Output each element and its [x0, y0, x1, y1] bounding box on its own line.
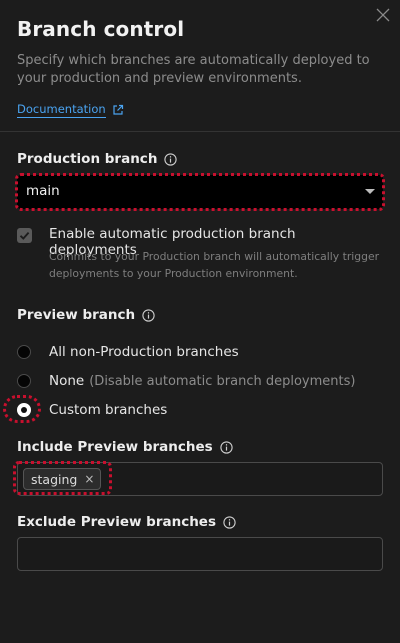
radio-button[interactable] — [17, 374, 31, 388]
production-branch-label: Production branch — [17, 151, 178, 167]
highlight-marker — [13, 461, 112, 495]
radio-label: None — [49, 373, 85, 389]
panel-description: Specify which branches are automatically… — [17, 53, 370, 86]
production-branch-label-text: Production branch — [17, 151, 158, 167]
highlight-marker — [3, 395, 41, 423]
radio-label: All non-Production branches — [49, 344, 239, 360]
exclude-preview-label: Exclude Preview branches — [17, 514, 236, 530]
radio-none[interactable]: None (Disable automatic branch deploymen… — [17, 371, 355, 391]
documentation-link[interactable]: Documentation — [17, 102, 124, 118]
caret-down-icon — [365, 189, 375, 194]
exclude-preview-input[interactable] — [17, 537, 383, 571]
header-divider — [0, 131, 400, 132]
radio-hint: (Disable automatic branch deployments) — [89, 373, 356, 389]
external-link-icon — [113, 104, 123, 115]
include-preview-label-text: Include Preview branches — [17, 439, 213, 455]
documentation-link-text: Documentation — [17, 102, 106, 118]
info-icon[interactable] — [164, 152, 178, 166]
close-button[interactable] — [376, 8, 390, 22]
info-icon[interactable] — [223, 515, 236, 529]
exclude-preview-label-text: Exclude Preview branches — [17, 514, 216, 530]
close-icon — [376, 8, 390, 22]
checkmark-icon — [19, 231, 30, 240]
preview-branch-label: Preview branch — [17, 307, 155, 323]
radio-button[interactable] — [17, 345, 31, 359]
panel-header: Branch control Specify which branches ar… — [0, 0, 400, 118]
radio-label: Custom branches — [49, 402, 168, 418]
production-branch-value: main — [26, 183, 60, 199]
include-preview-label: Include Preview branches — [17, 439, 233, 455]
info-icon[interactable] — [142, 308, 155, 322]
radio-all-branches[interactable]: All non-Production branches — [17, 342, 239, 362]
production-branch-select[interactable]: main — [15, 173, 385, 211]
info-icon[interactable] — [220, 440, 233, 454]
branch-control-panel: Branch control Specify which branches ar… — [0, 0, 400, 643]
panel-title: Branch control — [17, 17, 185, 41]
preview-branch-label-text: Preview branch — [17, 307, 136, 323]
auto-deploy-checkbox[interactable] — [17, 228, 32, 243]
auto-deploy-help: Commits to your Production branch will a… — [49, 250, 380, 280]
